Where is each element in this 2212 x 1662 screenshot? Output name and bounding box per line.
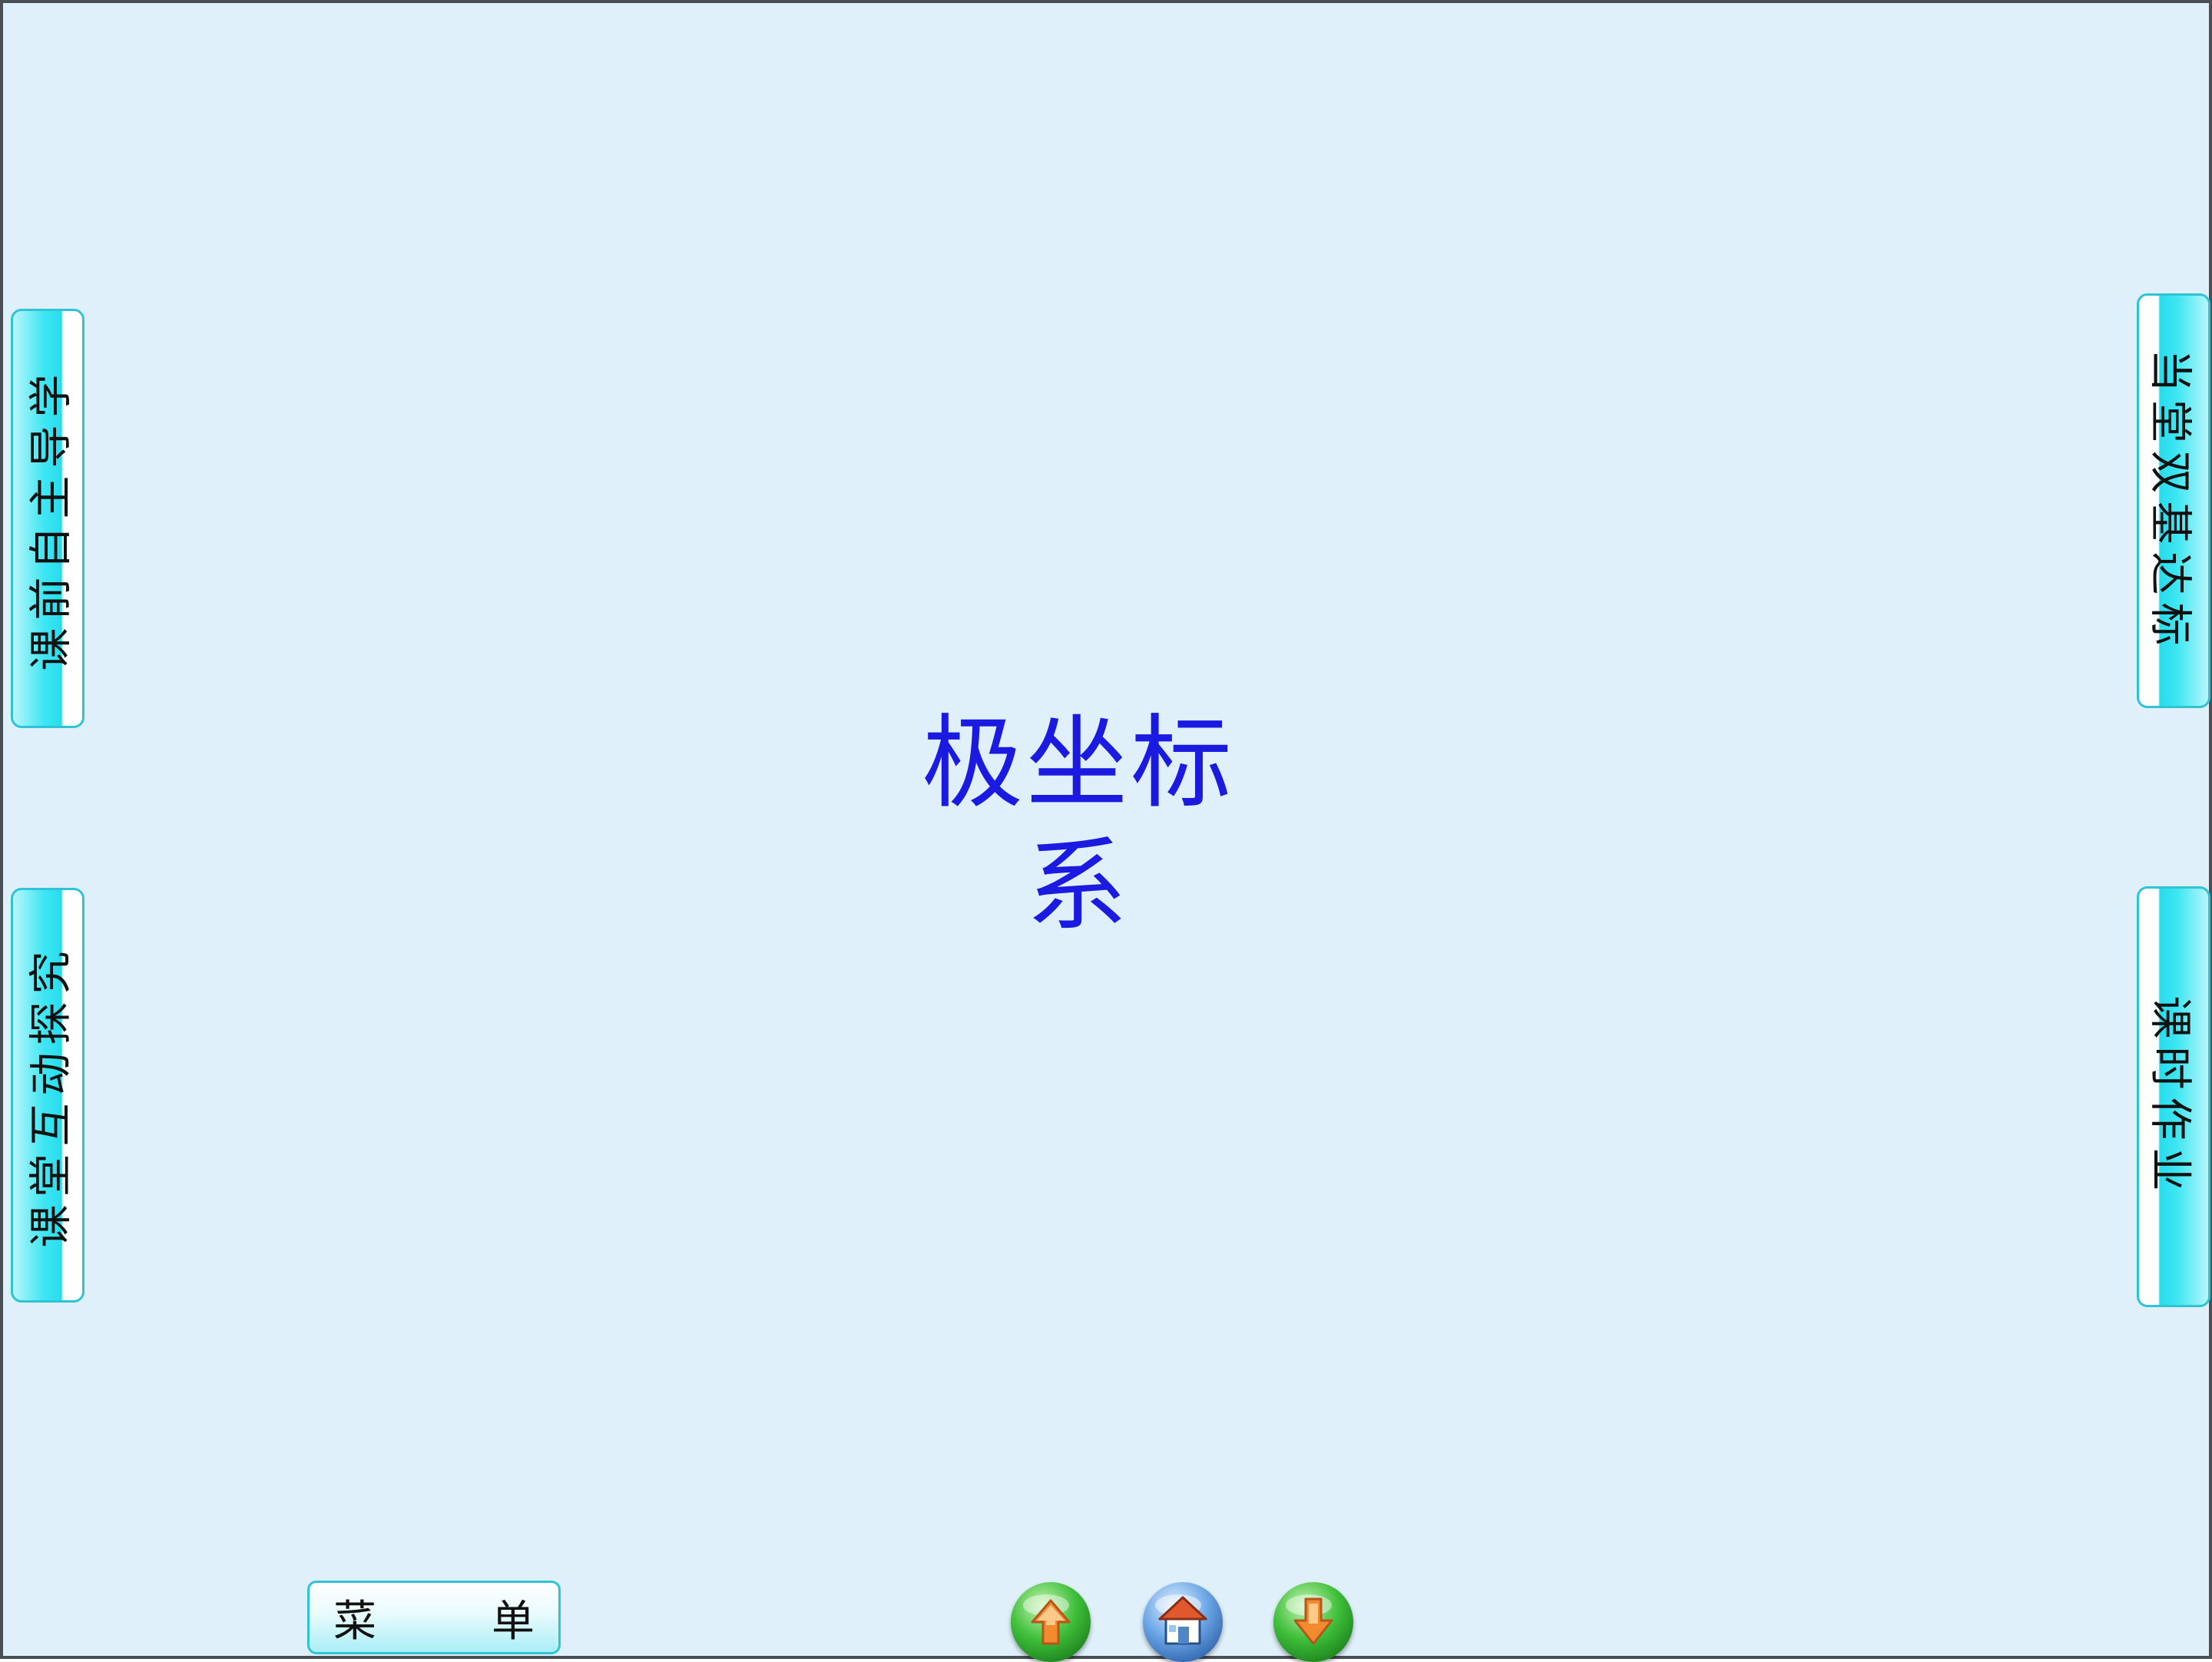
tab-homework[interactable]: 课时作业 xyxy=(2137,886,2210,1307)
tab-label: 课堂互动探究 xyxy=(26,943,77,1247)
menu-label: 菜单 xyxy=(333,1596,650,1647)
tab-pre-class-self-study[interactable]: 课前自主导学 xyxy=(11,309,84,728)
down-arrow-icon xyxy=(1286,1594,1333,1645)
tab-classroom-interaction[interactable]: 课堂互动探究 xyxy=(11,888,84,1303)
slide-canvas: 课前自主导学 课堂互动探究 当堂双基达标 课时作业 极坐标系 菜单 xyxy=(0,0,2212,1662)
slide-title: 极坐标系 xyxy=(922,704,1235,945)
tab-label: 当堂双基达标 xyxy=(2144,349,2195,653)
tab-label: 课前自主导学 xyxy=(26,366,77,670)
next-button[interactable] xyxy=(1273,1582,1353,1662)
previous-button[interactable] xyxy=(1011,1582,1091,1662)
tab-in-class-basics[interactable]: 当堂双基达标 xyxy=(2137,293,2210,708)
up-arrow-icon xyxy=(1023,1594,1071,1645)
tab-label: 课时作业 xyxy=(2144,995,2195,1198)
home-icon xyxy=(1155,1594,1207,1645)
menu-button[interactable]: 菜单 xyxy=(307,1581,561,1654)
home-button[interactable] xyxy=(1143,1582,1223,1662)
